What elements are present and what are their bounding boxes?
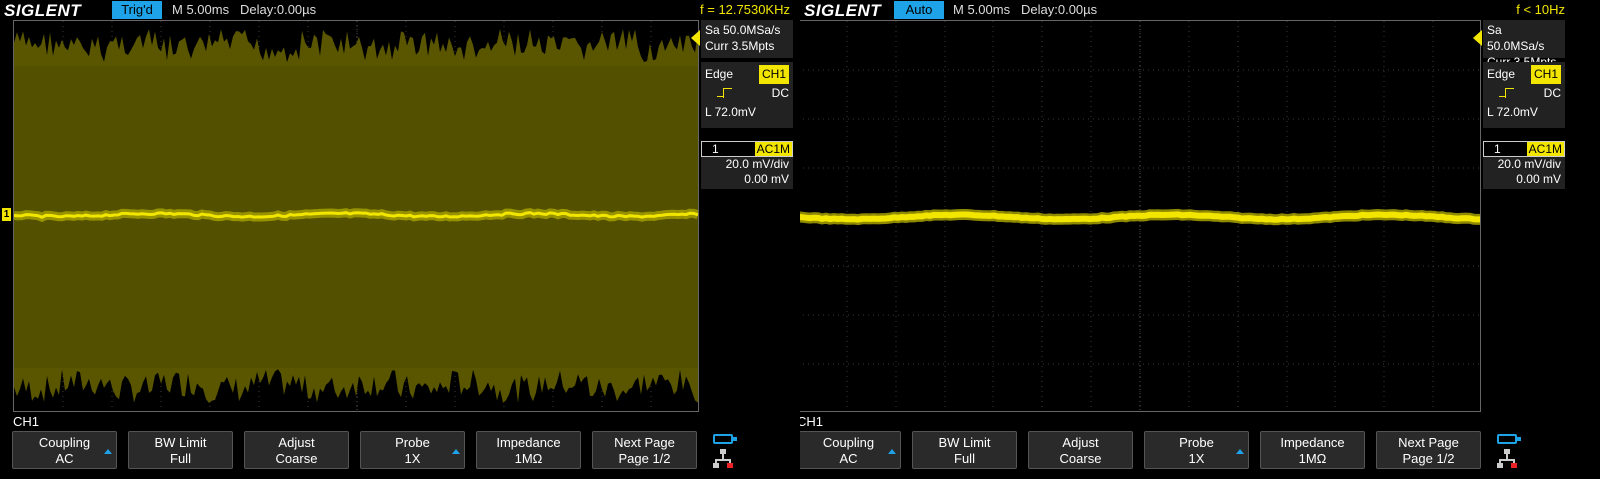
cycle-arrow-icon — [452, 449, 460, 454]
channel-coupling-badge: AC1M — [1526, 142, 1564, 156]
trigger-delay: Delay:0.00µs — [1021, 2, 1098, 17]
menu-channel-label: CH1 — [13, 414, 40, 429]
channel-offset-marker[interactable]: 1 — [2, 208, 11, 221]
sample-rate: Sa 50.0MSa/s — [1487, 23, 1545, 53]
probe-softkey[interactable]: Probe 1X — [360, 431, 465, 469]
trigger-coupling: DC — [1543, 86, 1561, 100]
sample-rate: Sa 50.0MSa/s — [705, 23, 781, 37]
trigger-type: Edge — [1487, 67, 1516, 81]
cycle-arrow-icon — [1236, 449, 1244, 454]
channel-coupling-badge: AC1M — [754, 142, 792, 156]
coupling-softkey[interactable]: Coupling AC — [12, 431, 117, 469]
softkey-value: Full — [954, 451, 975, 466]
softkey-title: BW Limit — [154, 435, 207, 450]
trigger-level-marker-icon[interactable] — [1473, 30, 1482, 46]
vertical-offset: 0.00 mV — [1516, 172, 1561, 186]
vertical-scale: 20.0 mV/div — [1497, 157, 1561, 171]
channel-info: 1 AC1M 20.0 mV/div 0.00 mV — [701, 141, 793, 189]
softkey-value: AC — [55, 451, 74, 466]
trigger-type: Edge — [705, 67, 734, 81]
impedance-softkey[interactable]: Impedance 1MΩ — [476, 431, 581, 469]
trigger-info: Edge CH1 DC L 72.0mV — [701, 62, 793, 128]
probe-softkey[interactable]: Probe 1X — [1144, 431, 1249, 469]
frequency-counter: f < 10Hz — [1516, 2, 1565, 17]
softkey-value: Page 1/2 — [618, 451, 671, 466]
trigger-coupling: DC — [771, 86, 789, 100]
menu-channel-label: CH1 — [800, 414, 824, 429]
top-status-bar: SIGLENT Auto M 5.00ms Delay:0.00µs f < 1… — [800, 0, 1600, 20]
trigger-source: CH1 — [758, 65, 789, 84]
cycle-arrow-icon — [104, 449, 112, 454]
softkey-value: 1MΩ — [514, 451, 543, 466]
memory-depth: Curr 3.5Mpts — [705, 39, 775, 53]
waveform-display — [800, 21, 1480, 411]
timebase: M 5.00ms — [172, 2, 230, 17]
impedance-softkey[interactable]: Impedance 1MΩ — [1260, 431, 1365, 469]
softkey-value: AC — [839, 451, 858, 466]
usb-icon — [1497, 434, 1521, 444]
waveform-grid — [800, 20, 1481, 412]
softkey-value: 1MΩ — [1298, 451, 1327, 466]
waveform-display — [14, 21, 698, 411]
acquisition-info: Sa 50.0MSa/s Curr 3.5Mpts — [1483, 20, 1565, 69]
coupling-softkey[interactable]: Coupling AC — [800, 431, 901, 469]
usb-icon — [713, 434, 737, 444]
scope-screen-left: SIGLENT Trig'd M 5.00ms Delay:0.00µs f =… — [0, 0, 800, 479]
next-page-softkey[interactable]: Next Page Page 1/2 — [592, 431, 697, 469]
softkey-title: Next Page — [614, 435, 675, 450]
brand-logo: SIGLENT — [4, 1, 82, 20]
softkey-value: Page 1/2 — [1402, 451, 1455, 466]
trigger-source: CH1 — [1530, 65, 1561, 84]
cycle-arrow-icon — [888, 449, 896, 454]
softkey-title: Adjust — [1062, 435, 1099, 450]
waveform-grid — [13, 20, 699, 412]
network-icon — [712, 449, 734, 469]
softkey-title: Next Page — [1398, 435, 1459, 450]
softkey-value: Coarse — [1059, 451, 1102, 466]
vertical-scale: 20.0 mV/div — [725, 157, 789, 171]
trigger-info: Edge CH1 DC L 72.0mV — [1483, 62, 1565, 128]
softkey-value: 1X — [1188, 451, 1205, 466]
timebase: M 5.00ms — [953, 2, 1011, 17]
softkey-value: Coarse — [275, 451, 318, 466]
top-status-bar: SIGLENT Trig'd M 5.00ms Delay:0.00µs f =… — [0, 0, 800, 20]
trigger-status: Auto — [894, 1, 944, 19]
channel-number: 1 — [1494, 142, 1501, 156]
acquisition-info: Sa 50.0MSa/s Curr 3.5Mpts — [701, 20, 793, 58]
rising-edge-icon — [1499, 87, 1514, 100]
softkey-menu: Coupling AC BW Limit Full Adjust Coarse … — [800, 431, 1584, 479]
softkey-value: Full — [170, 451, 191, 466]
softkey-value: 1X — [404, 451, 421, 466]
softkey-title: Adjust — [278, 435, 315, 450]
trigger-level: L 72.0mV — [705, 105, 756, 119]
softkey-title: Impedance — [1280, 435, 1345, 450]
trigger-level-marker-icon[interactable] — [691, 30, 700, 46]
bw-limit-softkey[interactable]: BW Limit Full — [912, 431, 1017, 469]
channel-info: 1 AC1M 20.0 mV/div 0.00 mV — [1483, 141, 1565, 189]
softkey-title: Impedance — [496, 435, 561, 450]
adjust-softkey[interactable]: Adjust Coarse — [1028, 431, 1133, 469]
softkey-title: Probe — [1179, 435, 1214, 450]
trigger-delay: Delay:0.00µs — [240, 2, 317, 17]
softkey-title: Coupling — [38, 435, 91, 450]
softkey-menu: Coupling AC BW Limit Full Adjust Coarse … — [0, 431, 800, 479]
next-page-softkey[interactable]: Next Page Page 1/2 — [1376, 431, 1481, 469]
brand-logo: SIGLENT — [804, 1, 882, 20]
softkey-title: BW Limit — [938, 435, 991, 450]
bw-limit-softkey[interactable]: BW Limit Full — [128, 431, 233, 469]
channel-number: 1 — [712, 142, 719, 156]
softkey-title: Coupling — [822, 435, 875, 450]
rising-edge-icon — [717, 87, 732, 100]
frequency-counter: f = 12.7530KHz — [700, 2, 790, 17]
scope-screen-right: SIGLENT Auto M 5.00ms Delay:0.00µs f < 1… — [800, 0, 1600, 479]
vertical-offset: 0.00 mV — [744, 172, 789, 186]
adjust-softkey[interactable]: Adjust Coarse — [244, 431, 349, 469]
network-icon — [1496, 449, 1518, 469]
trigger-level: L 72.0mV — [1487, 105, 1538, 119]
softkey-title: Probe — [395, 435, 430, 450]
trigger-status: Trig'd — [112, 1, 162, 19]
